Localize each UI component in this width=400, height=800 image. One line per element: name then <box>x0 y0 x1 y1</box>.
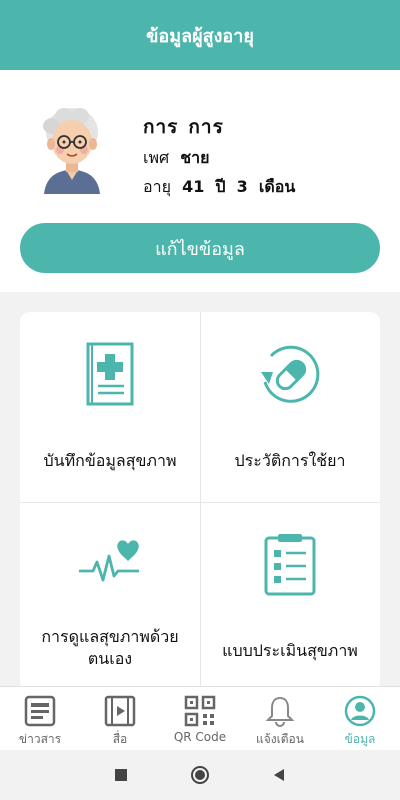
menu-item-self-care[interactable]: การดูแลสุขภาพด้วยตนเอง <box>20 502 200 692</box>
menu-grid: บันทึกข้อมูลสุขภาพ ประวัติการใช้ยา การดู… <box>20 312 380 692</box>
qr-code-icon <box>184 695 216 727</box>
edit-profile-button[interactable]: แก้ไขข้อมูล <box>20 223 380 273</box>
nav-item-notifications[interactable]: แจ้งเตือน <box>240 687 320 750</box>
nav-item-news[interactable]: ข่าวสาร <box>0 687 80 750</box>
media-film-icon <box>104 695 136 727</box>
menu-label: บันทึกข้อมูลสุขภาพ <box>43 451 177 470</box>
age-label: อายุ <box>143 177 171 196</box>
last-name: การ <box>188 116 224 138</box>
medication-history-icon <box>261 345 320 403</box>
bottom-nav: ข่าวสาร สื่อ QR Code แจ้งเตือน ข้อมูล <box>0 686 400 750</box>
profile-icon <box>344 695 376 727</box>
profile-card: การ การ เพศ ชาย อายุ 41 ปี 3 เดือน แก้ไขข… <box>0 70 400 292</box>
nav-label: สื่อ <box>112 732 128 746</box>
system-nav-bar <box>0 750 400 800</box>
nav-item-qr-code[interactable]: QR Code <box>160 687 240 750</box>
nav-label: ข่าวสาร <box>18 732 62 746</box>
profile-name: การ การ <box>143 112 295 142</box>
medical-record-icon <box>86 342 134 406</box>
months-unit: เดือน <box>258 177 296 196</box>
menu-label: การดูแลสุขภาพด้วยตนเอง <box>41 627 179 668</box>
gender-label: เพศ <box>143 148 170 167</box>
menu-label: แบบประเมินสุขภาพ <box>222 641 358 660</box>
news-icon <box>24 695 56 727</box>
menu-item-medication-history[interactable]: ประวัติการใช้ยา <box>200 312 380 502</box>
menu-item-health-assessment[interactable]: แบบประเมินสุขภาพ <box>200 502 380 692</box>
nav-item-profile[interactable]: ข้อมูล <box>320 687 400 750</box>
gender-value: ชาย <box>180 148 210 167</box>
nav-label: QR Code <box>173 730 227 744</box>
years-unit: ปี <box>215 177 226 196</box>
clipboard-checklist-icon <box>264 534 316 596</box>
recent-apps-icon[interactable] <box>114 768 128 782</box>
menu-item-health-record[interactable]: บันทึกข้อมูลสุขภาพ <box>20 312 200 502</box>
avatar <box>43 108 100 194</box>
bell-icon <box>265 696 295 727</box>
first-name: การ <box>143 116 179 138</box>
age-row: อายุ 41 ปี 3 เดือน <box>143 175 295 200</box>
profile-info: การ การ เพศ ชาย อายุ 41 ปี 3 เดือน <box>143 112 295 200</box>
age-months: 3 <box>236 177 248 196</box>
nav-label: แจ้งเตือน <box>256 732 304 746</box>
home-icon[interactable] <box>190 765 210 785</box>
back-icon[interactable] <box>272 768 286 782</box>
gender-row: เพศ ชาย <box>143 146 295 171</box>
page-title: ข้อมูลผู้สูงอายุ <box>146 25 254 47</box>
age-years: 41 <box>182 177 205 196</box>
menu-label: ประวัติการใช้ยา <box>234 451 346 470</box>
nav-item-media[interactable]: สื่อ <box>80 687 160 750</box>
heart-pulse-icon <box>79 540 139 582</box>
app-header: ข้อมูลผู้สูงอายุ <box>0 0 400 70</box>
nav-label: ข้อมูล <box>344 732 376 746</box>
